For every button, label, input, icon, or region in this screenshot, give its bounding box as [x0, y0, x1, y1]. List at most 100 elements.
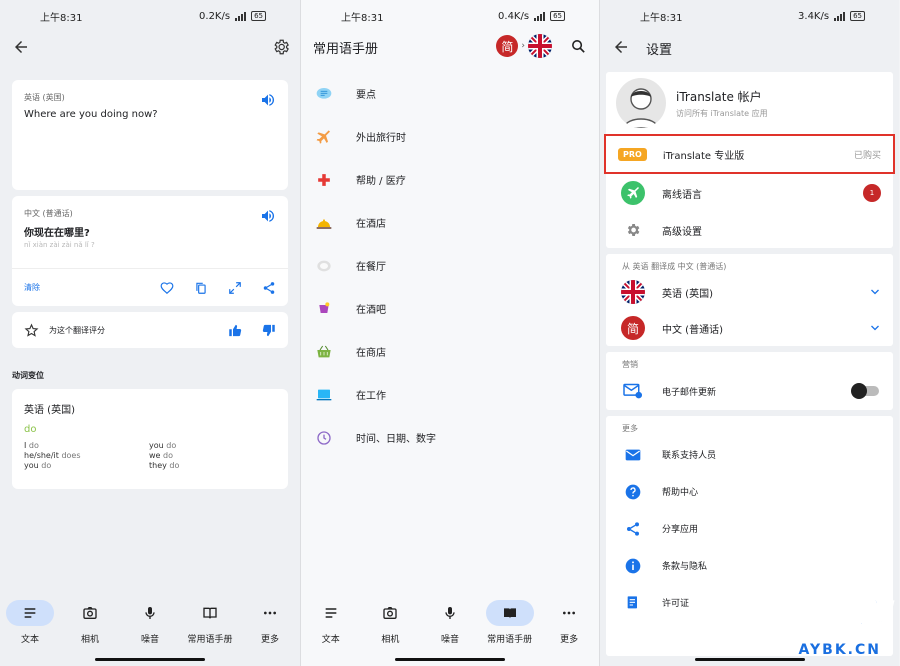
list-item-label: 时间、日期、数字 [356, 434, 436, 445]
page-title: 设置 [646, 43, 673, 58]
nav-camera[interactable]: 相机 [62, 600, 118, 666]
list-item-label: 在酒吧 [356, 305, 386, 316]
pro-badge: PRO [618, 147, 647, 161]
help-center-row[interactable]: 帮助中心 [606, 473, 893, 510]
thumbs-up-icon[interactable] [228, 323, 243, 338]
page-title: 常用语手册 [313, 41, 379, 57]
fullscreen-icon[interactable] [228, 281, 242, 295]
list-item-label: 帮助 / 医疗 [356, 176, 406, 187]
nav-phrasebook[interactable]: 常用语手册 [482, 600, 538, 666]
nav-label: 相机 [80, 635, 99, 645]
list-item-label: 外出旅行时 [356, 133, 406, 144]
microphone-icon [126, 600, 174, 626]
status-time: 上午8:31 [640, 12, 683, 24]
account-card: iTranslate 帐户 访问所有 iTranslate 应用 PRO iTr… [604, 72, 895, 248]
nav-more[interactable]: 更多 [541, 600, 597, 666]
help-center-label: 帮助中心 [662, 488, 699, 498]
network-speed: 0.2K/s [199, 10, 231, 22]
heart-icon[interactable] [160, 281, 174, 295]
list-item[interactable]: 外出旅行时 [301, 115, 599, 158]
clock-icon [315, 429, 333, 447]
speaker-icon[interactable] [260, 208, 276, 224]
pinyin-text: nǐ xiàn zài zài nǎ lǐ ? [24, 241, 95, 249]
back-arrow-icon[interactable] [612, 38, 630, 56]
source-text[interactable]: Where are you doing now? [24, 109, 276, 120]
pro-row[interactable]: PRO iTranslate 专业版 已购买 [604, 134, 895, 174]
text-lines-icon [307, 600, 355, 626]
language-pair-switch[interactable]: 简 › [496, 34, 552, 58]
chevron-down-icon [869, 322, 881, 337]
nav-voice[interactable]: 噪音 [422, 600, 478, 666]
conj-cell: we do [149, 451, 173, 460]
list-item[interactable]: 要点 [301, 72, 599, 115]
bottom-nav: 文本 相机 噪音 常用语手册 更多 [0, 592, 300, 666]
advanced-settings-row[interactable]: 高级设置 [606, 212, 893, 248]
nav-camera[interactable]: 相机 [362, 600, 418, 666]
basket-icon [315, 343, 333, 361]
gear-icon[interactable] [272, 38, 290, 56]
home-indicator [95, 658, 205, 661]
email-updates-row[interactable]: 电子邮件更新 [606, 372, 893, 410]
list-item[interactable]: 在餐厅 [301, 244, 599, 287]
to-language-row[interactable]: 简 中文 (普通话) [606, 310, 893, 346]
phrasebook-screen: 上午8:31 0.4K/s 65 常用语手册 简 › 要点 外出旅行时 帮助 /… [300, 0, 599, 666]
list-item[interactable]: 时间、日期、数字 [301, 416, 599, 459]
thumbs-down-icon[interactable] [261, 323, 276, 338]
advanced-settings-label: 高级设置 [662, 226, 702, 238]
nav-label: 更多 [260, 635, 279, 645]
nav-phrasebook[interactable]: 常用语手册 [182, 600, 238, 666]
offline-count-badge: 1 [863, 184, 881, 202]
copy-icon[interactable] [194, 281, 208, 295]
marketing-card: 营销 电子邮件更新 [606, 352, 893, 410]
list-item[interactable]: 在商店 [301, 330, 599, 373]
watermark-big-text: 阿影博客 [724, 595, 889, 643]
mail-icon [620, 448, 646, 462]
list-item[interactable]: 在酒店 [301, 201, 599, 244]
phrase-category-list: 要点 外出旅行时 帮助 / 医疗 在酒店 在餐厅 在酒吧 在商店 在工作 时间、… [301, 72, 599, 459]
source-card[interactable]: 英语 (英国) Where are you doing now? [12, 80, 288, 190]
nav-voice[interactable]: 噪音 [122, 600, 178, 666]
contact-support-row[interactable]: 联系支持人员 [606, 436, 893, 473]
account-subtitle: 访问所有 iTranslate 应用 [676, 108, 768, 118]
back-arrow-icon[interactable] [12, 38, 30, 56]
clear-button[interactable]: 清除 [24, 282, 40, 293]
list-item-label: 在酒店 [356, 219, 386, 230]
conj-cell: you do [24, 461, 52, 470]
account-row[interactable]: iTranslate 帐户 访问所有 iTranslate 应用 [606, 72, 893, 134]
search-icon[interactable] [570, 38, 587, 55]
terms-privacy-row[interactable]: 条款与隐私 [606, 547, 893, 584]
contact-support-label: 联系支持人员 [662, 451, 717, 461]
conjugation-table: I do you do he/she/it does we do you do … [24, 441, 276, 471]
nav-label: 噪音 [140, 635, 159, 645]
airplane-icon [620, 181, 646, 205]
nav-more[interactable]: 更多 [242, 600, 298, 666]
nav-label: 相机 [381, 635, 400, 645]
list-item[interactable]: 在酒吧 [301, 287, 599, 330]
translator-screen: 上午8:31 0.2K/s 65 英语 (英国) Where are you d… [0, 0, 300, 666]
star-icon[interactable] [24, 322, 39, 338]
target-text: 你现在在哪里? [24, 228, 90, 239]
offline-languages-row[interactable]: 离线语言 1 [606, 174, 893, 212]
nav-text[interactable]: 文本 [303, 600, 359, 666]
from-language-row[interactable]: 英语 (英国) [606, 274, 893, 310]
more-dots-icon [545, 600, 593, 626]
list-item[interactable]: 帮助 / 医疗 [301, 158, 599, 201]
nav-text[interactable]: 文本 [2, 600, 58, 666]
verb-lang-label: 英语 (英国) [24, 405, 75, 416]
pro-status: 已购买 [853, 150, 881, 161]
nav-label: 更多 [560, 635, 579, 645]
status-time: 上午8:31 [40, 12, 83, 24]
verb-word: do [24, 424, 37, 435]
translate-direction-card: 从 英语 翻译成 中文 (普通话) 英语 (英国) 简 中文 (普通话) [606, 254, 893, 346]
speaker-icon[interactable] [260, 92, 276, 108]
email-updates-toggle[interactable] [851, 383, 879, 399]
list-item-label: 在餐厅 [356, 262, 386, 273]
conj-cell: you do [149, 441, 177, 450]
avatar [616, 78, 666, 128]
bottom-nav: 文本 相机 噪音 常用语手册 更多 [301, 592, 599, 666]
share-app-row[interactable]: 分享应用 [606, 510, 893, 547]
source-lang-label: 英语 (英国) [24, 93, 65, 102]
list-item[interactable]: 在工作 [301, 373, 599, 416]
nav-label: 噪音 [440, 635, 459, 645]
share-icon[interactable] [262, 281, 276, 295]
